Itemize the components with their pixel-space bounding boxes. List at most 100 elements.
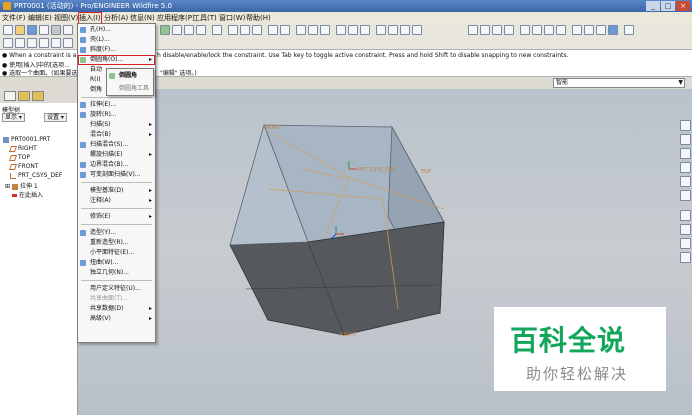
- close-button[interactable]: ×: [676, 1, 690, 11]
- revolve-tool-icon[interactable]: [680, 224, 691, 235]
- menu-item-model-datum[interactable]: 模型基准(D) ▸: [78, 186, 155, 196]
- submenu-item-round[interactable]: 倒圆角: [107, 71, 153, 81]
- menu-item-facet-feature[interactable]: 小平面特征(E)...: [78, 248, 155, 258]
- datum-axis-display-icon[interactable]: [584, 25, 594, 35]
- menu-item-hole[interactable]: 孔(H)...: [78, 25, 155, 35]
- mirror-icon[interactable]: [680, 252, 691, 263]
- undo-icon[interactable]: [268, 25, 278, 35]
- rib-icon[interactable]: [680, 148, 691, 159]
- hidden-line-icon[interactable]: [480, 25, 490, 35]
- relations-icon[interactable]: [336, 25, 346, 35]
- print-icon[interactable]: [39, 25, 49, 35]
- mapkeys-icon[interactable]: [27, 38, 37, 48]
- menu-view[interactable]: 视图(V): [54, 13, 78, 23]
- wireframe-icon[interactable]: [504, 25, 514, 35]
- menu-item-advanced[interactable]: 高级(V) ▸: [78, 314, 155, 324]
- model-tree-tab-icon[interactable]: [4, 91, 16, 101]
- zoom-out-icon[interactable]: [532, 25, 542, 35]
- family-table-icon[interactable]: [360, 25, 370, 35]
- submenu-item-round-tool[interactable]: 倒圆角工具: [107, 84, 153, 94]
- menu-item-restyle[interactable]: 重新造型(R)...: [78, 238, 155, 248]
- annotation-display-icon[interactable]: [624, 25, 634, 35]
- tree-node-csys[interactable]: PRT_CSYS_DEF: [10, 172, 62, 179]
- no-hidden-icon[interactable]: [492, 25, 502, 35]
- menu-item-draft[interactable]: 斜度(F)...: [78, 45, 155, 55]
- shading-icon[interactable]: [468, 25, 478, 35]
- plane-icon[interactable]: [196, 25, 206, 35]
- minimize-button[interactable]: _: [646, 1, 660, 11]
- cross-section-icon[interactable]: [39, 38, 49, 48]
- csys-icon[interactable]: [212, 25, 222, 35]
- menu-item-helical-sweep[interactable]: 螺旋扫描(E) ▸: [78, 150, 155, 160]
- point-icon[interactable]: [172, 25, 182, 35]
- close-window-icon[interactable]: [252, 25, 262, 35]
- round-icon[interactable]: [680, 176, 691, 187]
- menu-item-warp[interactable]: 扭曲(W)...: [78, 258, 155, 268]
- menu-insert[interactable]: 插入(I): [78, 12, 102, 24]
- axis-icon[interactable]: [184, 25, 194, 35]
- email-icon[interactable]: [51, 25, 61, 35]
- menu-item-style[interactable]: 造型(Y)...: [78, 228, 155, 238]
- orient-icon[interactable]: [412, 25, 422, 35]
- tree-node-top[interactable]: TOP: [8, 154, 30, 161]
- cut-icon[interactable]: [296, 25, 306, 35]
- expand-icon[interactable]: ⊞: [5, 183, 12, 190]
- menu-item-swept-blend[interactable]: 扫描混合(S)...: [78, 140, 155, 150]
- sketch-icon[interactable]: [160, 25, 170, 35]
- chamfer-icon[interactable]: [680, 190, 691, 201]
- menu-applications[interactable]: 应用程序(P): [157, 13, 195, 23]
- menu-item-variable-sweep[interactable]: 可变剖面扫描(V)...: [78, 170, 155, 180]
- hole-icon[interactable]: [680, 120, 691, 131]
- sketch-view-icon[interactable]: [63, 38, 73, 48]
- favorites-tab-icon[interactable]: [32, 91, 44, 101]
- tree-node-insert-here[interactable]: 在此插入: [12, 190, 43, 199]
- extrude-tool-icon[interactable]: [680, 210, 691, 221]
- menu-tools[interactable]: 工具(T): [193, 13, 217, 23]
- menu-item-revolve[interactable]: 旋转(R)...: [78, 110, 155, 120]
- redo-icon[interactable]: [280, 25, 290, 35]
- menu-file[interactable]: 文件(F): [2, 13, 26, 23]
- csys-display-icon[interactable]: [608, 25, 618, 35]
- layers-icon[interactable]: [3, 38, 13, 48]
- regenerate-icon[interactable]: [228, 25, 238, 35]
- menu-info[interactable]: 信息(N): [130, 13, 155, 23]
- maximize-button[interactable]: □: [661, 1, 675, 11]
- menu-item-round[interactable]: 倒圆角(O)... ▸: [78, 55, 155, 65]
- tree-node-extrude[interactable]: ⊞ 拉伸 1: [5, 181, 38, 190]
- save-icon[interactable]: [27, 25, 37, 35]
- menu-item-extrude[interactable]: 拉伸(E)...: [78, 100, 155, 110]
- shell-icon[interactable]: [680, 134, 691, 145]
- window-icon[interactable]: [240, 25, 250, 35]
- menu-item-cosmetic[interactable]: 修饰(E) ▸: [78, 212, 155, 222]
- datum-plane-display-icon[interactable]: [572, 25, 582, 35]
- menu-edit[interactable]: 编辑(E): [28, 13, 52, 23]
- open-file-icon[interactable]: [15, 25, 25, 35]
- pan-icon[interactable]: [376, 25, 386, 35]
- menu-item-boundary-blend[interactable]: 边界混合(B)...: [78, 160, 155, 170]
- selection-filter-dropdown[interactable]: 智能 ▼: [553, 78, 685, 88]
- sweep-tool-icon[interactable]: [680, 238, 691, 249]
- datum-point-display-icon[interactable]: [596, 25, 606, 35]
- parameters-icon[interactable]: [348, 25, 358, 35]
- menu-item-blend[interactable]: 混合(B) ▸: [78, 130, 155, 140]
- copy-icon[interactable]: [63, 25, 73, 35]
- menu-item-independent-geometry[interactable]: 独立几何(N)...: [78, 268, 155, 278]
- paste-icon[interactable]: [308, 25, 318, 35]
- menu-help[interactable]: 帮助(H): [246, 13, 271, 23]
- menu-item-udf[interactable]: 用户定义特征(U)...: [78, 284, 155, 294]
- selection-icon[interactable]: [51, 38, 61, 48]
- new-file-icon[interactable]: [3, 25, 13, 35]
- zoom-in-icon[interactable]: [520, 25, 530, 35]
- tree-node-right[interactable]: RIGHT: [8, 145, 37, 152]
- menu-item-shell[interactable]: 壳(L)...: [78, 35, 155, 45]
- menu-item-annotation[interactable]: 注释(A) ▸: [78, 196, 155, 206]
- view-list-icon[interactable]: [556, 25, 566, 35]
- menu-item-shared-data[interactable]: 共享数据(D) ▸: [78, 304, 155, 314]
- refit-icon[interactable]: [544, 25, 554, 35]
- menu-analysis[interactable]: 分析(A): [104, 13, 128, 23]
- show-button[interactable]: 显示 ▾: [2, 113, 25, 122]
- tree-node-part[interactable]: PRT0001.PRT: [3, 136, 50, 143]
- tree-node-front[interactable]: FRONT: [8, 163, 39, 170]
- paste-special-icon[interactable]: [320, 25, 330, 35]
- menu-window[interactable]: 窗口(W): [219, 13, 245, 23]
